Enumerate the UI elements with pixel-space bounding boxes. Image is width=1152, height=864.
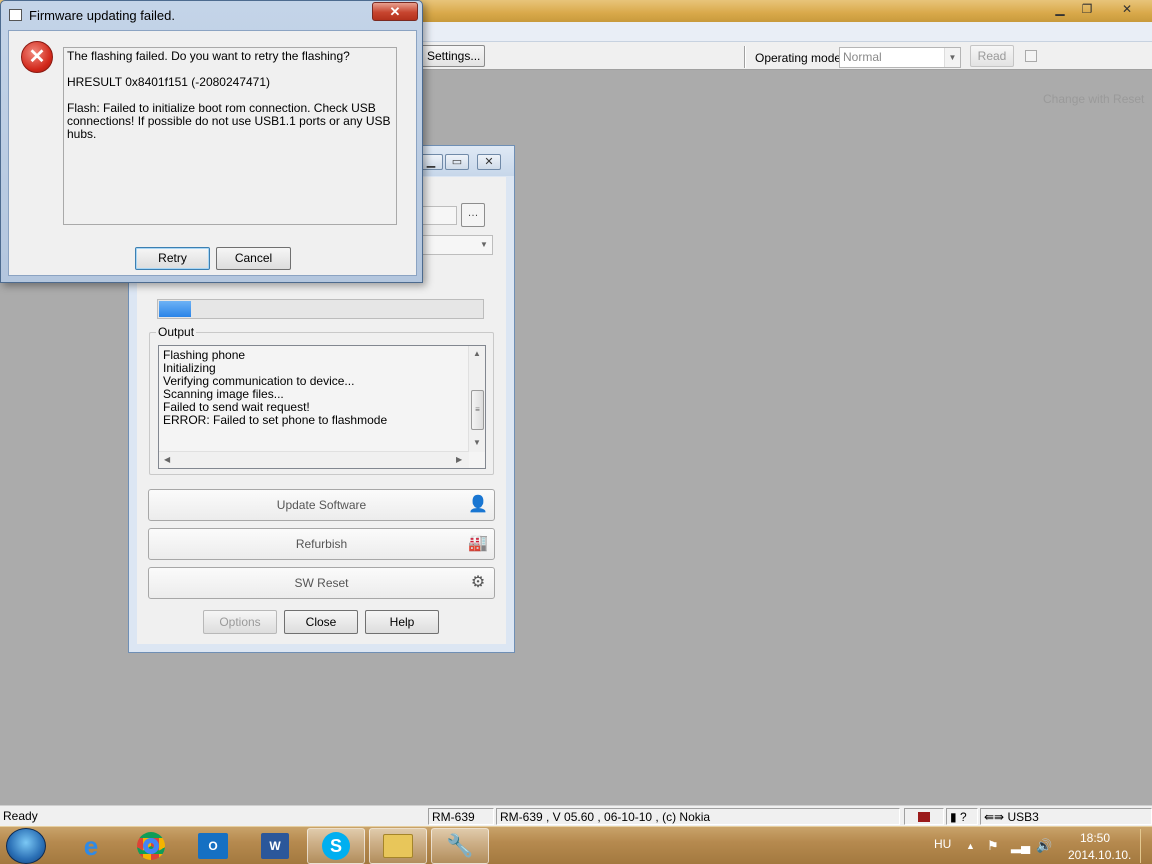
scroll-thumb[interactable]: ≡ bbox=[471, 390, 484, 430]
ie-glyph-icon: e bbox=[83, 830, 99, 861]
status-version: RM-639 , V 05.60 , 06-10-10 , (c) Nokia bbox=[496, 808, 900, 825]
error-icon: ✕ bbox=[21, 41, 53, 73]
status-bar: Ready RM-639 RM-639 , V 05.60 , 06-10-10… bbox=[0, 805, 1152, 826]
status-ready: Ready bbox=[3, 809, 38, 823]
cancel-button[interactable]: Cancel bbox=[216, 247, 291, 270]
factory-icon: 🏭 bbox=[468, 535, 488, 552]
volume-icon[interactable]: 🔊 bbox=[1036, 838, 1052, 854]
update-software-button[interactable]: Update Software 👤 bbox=[148, 489, 495, 521]
dialog-message: The flashing failed. Do you want to retr… bbox=[63, 47, 397, 225]
close-icon[interactable]: ✕ bbox=[477, 154, 501, 170]
minimize-icon[interactable]: ▁ bbox=[1047, 1, 1073, 18]
status-help: ▮ ? bbox=[946, 808, 978, 825]
sw-reset-label: SW Reset bbox=[294, 576, 349, 590]
help-icon: ▮ ? bbox=[950, 810, 967, 824]
clock-date[interactable]: 2014.10.10. bbox=[1068, 848, 1131, 862]
main-window: ▁ ❐ ✕ Settings... Operating mode: Read C… bbox=[0, 0, 1152, 826]
usb-plug-icon: ⇚⇛ bbox=[984, 810, 1005, 824]
refurbish-button[interactable]: Refurbish 🏭 bbox=[148, 528, 495, 560]
log-line: ERROR: Failed to set phone to flashmode bbox=[163, 413, 388, 427]
word-glyph-icon: W bbox=[261, 833, 289, 859]
window-app-icon bbox=[9, 9, 22, 21]
options-button[interactable]: Options bbox=[203, 610, 277, 634]
operating-mode-value: Normal bbox=[843, 50, 882, 64]
chevron-down-icon[interactable]: ▼ bbox=[944, 48, 960, 67]
file-explorer-icon[interactable] bbox=[369, 828, 427, 864]
chevron-down-icon[interactable]: ▼ bbox=[476, 236, 492, 254]
clock-time[interactable]: 18:50 bbox=[1080, 831, 1110, 845]
update-software-label: Update Software bbox=[276, 498, 367, 512]
close-icon[interactable]: ✕ bbox=[372, 2, 418, 21]
operating-mode-select[interactable]: Normal ▼ bbox=[839, 47, 961, 68]
person-icon: 👤 bbox=[468, 496, 488, 513]
dialog-title: Firmware updating failed. bbox=[29, 8, 175, 23]
language-indicator[interactable]: HU bbox=[934, 837, 951, 851]
red-status-icon bbox=[918, 812, 930, 822]
close-icon[interactable]: ✕ bbox=[1114, 1, 1140, 18]
scroll-down-icon[interactable]: ▼ bbox=[473, 438, 481, 447]
internet-explorer-icon[interactable]: e bbox=[62, 828, 120, 864]
retry-button[interactable]: Retry bbox=[135, 247, 210, 270]
toolbar-separator bbox=[744, 46, 746, 68]
progress-bar bbox=[157, 299, 484, 319]
output-log[interactable]: Flashing phone Initializing Verifying co… bbox=[158, 345, 486, 469]
message-hresult: HRESULT 0x8401f151 (-2080247471) bbox=[67, 75, 271, 89]
sw-reset-button[interactable]: SW Reset ⚙ bbox=[148, 567, 495, 599]
chrome-glyph-icon bbox=[137, 832, 165, 860]
skype-icon[interactable]: S bbox=[307, 828, 365, 864]
firmware-failed-dialog: Firmware updating failed. ✕ ✕ The flashi… bbox=[0, 0, 423, 283]
start-button[interactable] bbox=[6, 828, 46, 864]
read-button[interactable]: Read bbox=[970, 45, 1014, 67]
browse-button[interactable]: … bbox=[461, 203, 485, 227]
refurbish-label: Refurbish bbox=[295, 537, 348, 551]
connection-label: USB3 bbox=[1007, 810, 1039, 824]
package-select[interactable]: ▼ bbox=[417, 235, 493, 255]
outlook-icon[interactable]: O bbox=[184, 828, 242, 864]
word-icon[interactable]: W bbox=[246, 828, 304, 864]
output-group: Output Flashing phone Initializing Verif… bbox=[149, 325, 494, 475]
change-with-reset-label: Change with Reset bbox=[1043, 92, 1145, 106]
output-lines: Flashing phone Initializing Verifying co… bbox=[163, 349, 387, 427]
message-question: The flashing failed. Do you want to retr… bbox=[67, 49, 350, 63]
output-label: Output bbox=[156, 325, 197, 339]
action-center-flag-icon[interactable]: ⚑ bbox=[987, 838, 999, 854]
maximize-icon[interactable]: ▭ bbox=[445, 154, 469, 170]
menu-strip bbox=[420, 22, 1152, 42]
progress-fill bbox=[159, 301, 191, 317]
help-button[interactable]: Help bbox=[365, 610, 439, 634]
message-detail: Flash: Failed to initialize boot rom con… bbox=[67, 101, 391, 141]
skype-glyph-icon: S bbox=[322, 832, 350, 860]
show-hidden-icons-icon[interactable]: ▲ bbox=[966, 841, 975, 851]
product-path-field[interactable] bbox=[417, 206, 457, 225]
status-indicator bbox=[904, 808, 944, 825]
taskbar: e O W S 🔧 HU ▲ ⚑ ▂▄ 🔊 18:50 2014.10.10. bbox=[0, 826, 1152, 864]
change-with-reset-checkbox[interactable] bbox=[1025, 50, 1037, 62]
scroll-up-icon[interactable]: ▲ bbox=[473, 349, 481, 358]
network-signal-icon[interactable]: ▂▄ bbox=[1011, 838, 1030, 854]
show-desktop-button[interactable] bbox=[1140, 829, 1152, 863]
operating-mode-label: Operating mode: bbox=[755, 51, 845, 65]
status-model: RM-639 bbox=[428, 808, 494, 825]
restore-icon[interactable]: ❐ bbox=[1074, 1, 1100, 18]
status-connection: ⇚⇛ USB3 bbox=[980, 808, 1152, 825]
vertical-scrollbar[interactable]: ▲ ≡ ▼ bbox=[468, 346, 485, 452]
chrome-icon[interactable] bbox=[122, 828, 180, 864]
wrench-icon: 🔧 bbox=[446, 833, 474, 858]
settings-button[interactable]: Settings... bbox=[420, 45, 485, 67]
close-button[interactable]: Close bbox=[284, 610, 358, 634]
phoenix-tool-icon[interactable]: 🔧 bbox=[431, 828, 489, 864]
dialog-body: ✕ The flashing failed. Do you want to re… bbox=[8, 30, 417, 276]
scroll-left-icon[interactable]: ◀ bbox=[164, 455, 170, 464]
horizontal-scrollbar[interactable]: ◀ ▶ bbox=[159, 451, 469, 468]
folder-glyph-icon bbox=[383, 834, 413, 858]
reset-gear-icon: ⚙ bbox=[470, 574, 486, 591]
scroll-right-icon[interactable]: ▶ bbox=[456, 455, 462, 464]
outlook-glyph-icon: O bbox=[198, 833, 228, 859]
